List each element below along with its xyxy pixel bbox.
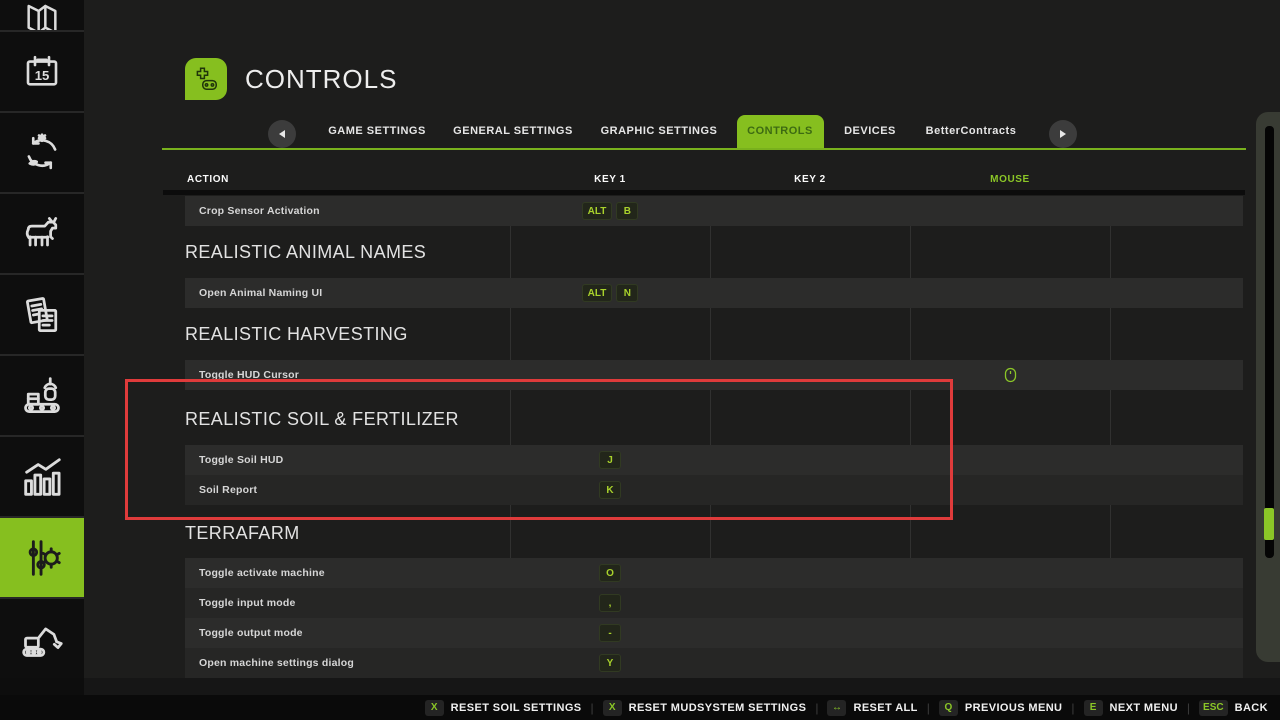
reset-mudsystem-settings-button[interactable]: X RESET MUDSYSTEM SETTINGS — [603, 700, 807, 716]
tab-underline — [162, 148, 1246, 150]
settings-icon — [19, 535, 65, 581]
tab-game-settings[interactable]: GAME SETTINGS — [328, 125, 426, 137]
construction-icon — [20, 617, 64, 661]
key-badge[interactable]: , — [599, 594, 621, 612]
chevron-right-icon — [1060, 130, 1066, 138]
action-label: Toggle Soil HUD — [199, 445, 283, 475]
sidebar-item-statistics[interactable] — [0, 435, 84, 516]
key-badge: Q — [939, 700, 958, 716]
scrollbar-track[interactable] — [1265, 126, 1274, 558]
tab-controls[interactable]: CONTROLS — [747, 125, 813, 137]
sidebar-item-settings[interactable] — [0, 516, 84, 597]
key-badge[interactable]: O — [599, 564, 621, 582]
main-panel: CONTROLS GAME SETTINGS GENERAL SETTINGS … — [84, 0, 1280, 695]
tab-bar: GAME SETTINGS GENERAL SETTINGS GRAPHIC S… — [84, 115, 1280, 150]
column-header-key1: KEY 1 — [510, 174, 710, 185]
previous-menu-button[interactable]: Q PREVIOUS MENU — [939, 700, 1063, 716]
action-label: Crop Sensor Activation — [199, 196, 320, 226]
next-menu-button[interactable]: E NEXT MENU — [1084, 700, 1178, 716]
table-row[interactable]: Crop Sensor Activation ALTB — [185, 196, 1243, 226]
tab-devices[interactable]: DEVICES — [844, 125, 896, 137]
tab-graphic-settings[interactable]: GRAPHIC SETTINGS — [601, 125, 718, 137]
key-badge[interactable]: ALT — [582, 202, 613, 220]
key-badge[interactable]: N — [616, 284, 638, 302]
content-bottom-strip — [84, 678, 1280, 695]
action-label: Open Animal Naming UI — [199, 278, 322, 308]
section-heading: REALISTIC ANIMAL NAMES — [185, 238, 1280, 266]
chevron-left-icon — [279, 130, 285, 138]
production-icon — [20, 374, 64, 418]
key-badge: ↔ — [827, 700, 846, 716]
action-label: Toggle activate machine — [199, 558, 325, 588]
mouse-icon — [1004, 367, 1017, 383]
column-header-key2: KEY 2 — [710, 174, 910, 185]
action-label: Soil Report — [199, 475, 257, 505]
section-heading: REALISTIC HARVESTING — [185, 320, 1280, 348]
sidebar-item-animals[interactable] — [0, 192, 84, 273]
sidebar-item-contracts[interactable] — [0, 273, 84, 354]
action-label: Toggle input mode — [199, 588, 296, 618]
tab-bettercontracts[interactable]: BetterContracts — [926, 125, 1017, 137]
sidebar-item-construction[interactable] — [0, 597, 84, 678]
contracts-icon — [20, 293, 64, 337]
table-row[interactable]: Toggle output mode - — [185, 618, 1243, 648]
column-header-mouse: MOUSE — [910, 174, 1110, 185]
table-row[interactable]: Open machine settings dialog Y — [185, 648, 1243, 678]
bindings-list: Crop Sensor Activation ALTB REALISTIC AN… — [84, 196, 1280, 678]
key-badge[interactable]: - — [599, 624, 621, 642]
key-badge[interactable]: J — [599, 451, 621, 469]
key-badge: X — [603, 700, 622, 716]
sidebar: 15 — [0, 0, 84, 695]
key-badge[interactable]: B — [616, 202, 638, 220]
key-badge: E — [1084, 700, 1103, 716]
tabs-prev-button[interactable] — [268, 120, 296, 148]
map-icon — [22, 1, 62, 30]
table-row[interactable]: Toggle HUD Cursor — [185, 360, 1243, 390]
sidebar-item-map[interactable] — [0, 0, 84, 30]
animals-icon — [20, 212, 64, 256]
gamepad-icon — [192, 65, 220, 93]
action-label: Open machine settings dialog — [199, 648, 354, 678]
table-row[interactable]: Toggle Soil HUD J — [185, 445, 1243, 475]
statistics-icon — [19, 454, 65, 500]
table-row[interactable]: Toggle input mode , — [185, 588, 1243, 618]
tabs-next-button[interactable] — [1049, 120, 1077, 148]
reset-all-button[interactable]: ↔ RESET ALL — [827, 700, 917, 716]
action-label: Toggle output mode — [199, 618, 303, 648]
header-divider — [163, 190, 1245, 195]
scrollbar-thumb[interactable] — [1264, 508, 1274, 540]
section-heading: REALISTIC SOIL & FERTILIZER — [185, 405, 1280, 433]
sidebar-item-crop-rotation[interactable] — [0, 111, 84, 192]
key-badge[interactable]: K — [599, 481, 621, 499]
section-heading: TERRAFARM — [185, 519, 1280, 547]
key-badge[interactable]: ALT — [582, 284, 613, 302]
reset-soil-settings-button[interactable]: X RESET SOIL SETTINGS — [425, 700, 582, 716]
key-badge: X — [425, 700, 444, 716]
svg-text:15: 15 — [35, 67, 50, 82]
key-badge[interactable]: Y — [599, 654, 621, 672]
column-header-action: ACTION — [187, 174, 229, 185]
tab-general-settings[interactable]: GENERAL SETTINGS — [453, 125, 573, 137]
page-title: CONTROLS — [245, 64, 397, 95]
action-label: Toggle HUD Cursor — [199, 360, 299, 390]
table-row[interactable]: Open Animal Naming UI ALTN — [185, 278, 1243, 308]
controls-page-icon — [185, 58, 227, 100]
back-button[interactable]: ESC BACK — [1199, 700, 1268, 716]
crop-rotation-icon — [21, 132, 63, 174]
key-badge: ESC — [1199, 700, 1228, 716]
table-row[interactable]: Soil Report K — [185, 475, 1243, 505]
sidebar-item-calendar[interactable]: 15 — [0, 30, 84, 111]
sidebar-item-production[interactable] — [0, 354, 84, 435]
table-row[interactable]: Toggle activate machine O — [185, 558, 1243, 588]
bottom-bar: X RESET SOIL SETTINGS | X RESET MUDSYSTE… — [0, 695, 1280, 720]
calendar-icon: 15 — [21, 51, 63, 93]
